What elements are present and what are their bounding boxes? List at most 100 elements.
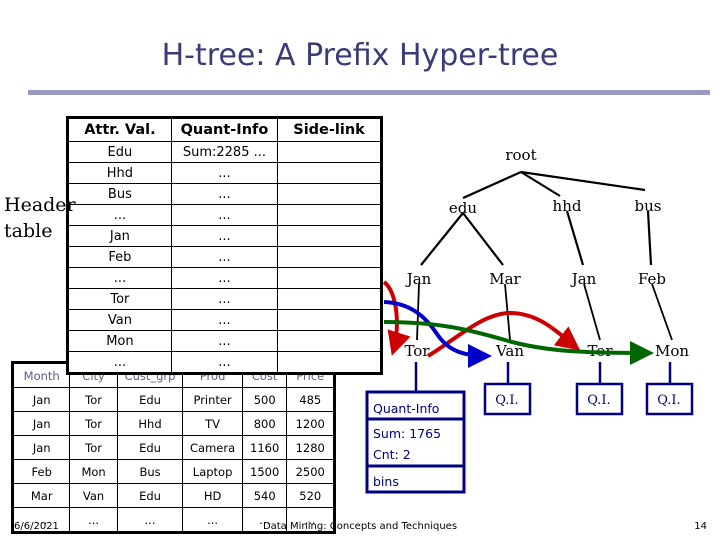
qi-box-2: Q.I. (575, 382, 624, 416)
tree-edges-level1 (462, 170, 646, 200)
header-table-row: ...... (67, 351, 382, 374)
qi-box-1: Q.I. (483, 382, 532, 416)
header-table-col-attr: Attr. Val. (67, 117, 172, 142)
data-table-row: Feb Mon Bus Laptop 1500 2500 (11, 459, 335, 484)
data-table-cell: Tor (69, 387, 118, 412)
sidelink-van-blue (383, 300, 492, 368)
header-table-cell-side (277, 267, 382, 289)
data-table-row: Jan Tor Edu Printer 500 485 (11, 387, 335, 412)
quant-info-cnt: Cnt: 2 (373, 447, 411, 462)
header-table-cell-quant: ... (170, 225, 279, 247)
tree-node-hhd: hhd (553, 197, 582, 215)
header-table-cell-quant: ... (170, 288, 279, 310)
header-table-cell-side (277, 204, 382, 226)
data-table-cell: Tor (69, 411, 118, 436)
tree-node-jan-edu: Jan (405, 270, 432, 288)
header-table-cell-quant: ... (170, 246, 279, 268)
edge-root-hhd (520, 171, 561, 197)
header-table-row: Tor... (67, 288, 382, 310)
header-table-cell-side (277, 351, 382, 374)
tree-node-bus: bus (635, 197, 662, 215)
edge-jan2-tor2 (583, 283, 601, 341)
header-table-row: Edu Sum:2285 ... (67, 141, 382, 163)
header-table-cell-attr: Mon (67, 330, 172, 352)
data-table-cell: 1160 (241, 435, 288, 460)
data-table-row: Mar Van Edu HD 540 520 (11, 483, 335, 508)
edge-root-edu (462, 170, 522, 200)
header-table-cell-attr: Tor (67, 288, 172, 310)
header-table-cell-attr: Hhd (67, 162, 172, 184)
header-table-row: ...... (67, 204, 382, 226)
data-table-cell: Bus (116, 459, 184, 484)
sidelink-green-seg1 (383, 320, 654, 365)
data-table-cell: Mar (11, 483, 71, 508)
qi-box-3: Q.I. (645, 382, 694, 416)
data-table-cell: Jan (11, 411, 71, 436)
qi-box-2-label: Q.I. (587, 393, 610, 408)
data-table-cell: Jan (11, 387, 71, 412)
header-table-cell-attr: Van (67, 309, 172, 331)
data-table-cell: Edu (116, 387, 184, 412)
header-table-cell-side (277, 246, 382, 268)
header-table-row: Jan... (67, 225, 382, 247)
header-table-cell-side (277, 183, 382, 205)
data-table-row: Jan Tor Edu Camera 1160 1280 (11, 435, 335, 460)
data-table-cell: HD (182, 483, 243, 508)
data-table-cell: Laptop (182, 459, 243, 484)
edge-jan-tor (416, 283, 420, 341)
sidelink-red-seg1 (382, 280, 411, 356)
header-table-row: Van... (67, 309, 382, 331)
tree-node-jan-hhd: Jan (570, 270, 597, 288)
quant-connectors (414, 362, 672, 392)
sidelink-blue-seg1 (383, 300, 492, 368)
header-table-cell-side (277, 141, 382, 163)
data-table-cell: 800 (241, 411, 288, 436)
data-table-cell: 1280 (286, 435, 335, 460)
edge-hhd-jan (565, 210, 585, 266)
header-table-cell-quant: ... (170, 162, 279, 184)
header-table-row: Bus... (67, 183, 382, 205)
header-table-cell-side (277, 288, 382, 310)
data-table-cell: Van (69, 483, 118, 508)
footer-page-number: 14 (694, 521, 707, 532)
data-table-row: Jan Tor Hhd TV 800 1200 (11, 411, 335, 436)
slide-canvas: H-tree: A Prefix Hyper-tree Header table… (0, 0, 720, 540)
header-table-cell-attr: Bus (67, 183, 172, 205)
data-table-cell: 2500 (286, 459, 335, 484)
header-table-cell-side (277, 330, 382, 352)
tree-node-tor-1: Tor (404, 342, 430, 360)
edge-mar-van (504, 283, 511, 341)
header-table-cell-attr: Jan (67, 225, 172, 247)
header-table-col-side: Side-link (277, 117, 382, 142)
quant-info-box: Quant-Info Sum: 1765 Cnt: 2 bins (365, 390, 466, 494)
header-table-cell-quant: ... (170, 351, 279, 374)
header-table-cell-quant: ... (170, 204, 279, 226)
data-table-cell: Mon (69, 459, 118, 484)
edge-edu-mar (462, 212, 504, 266)
tree-node-mon: Mon (655, 342, 689, 360)
qi-box-1-label: Q.I. (495, 393, 518, 408)
sidelink-tor-red (382, 280, 581, 358)
qi-box-3-label: Q.I. (657, 393, 680, 408)
data-table-cell: 540 (241, 483, 288, 508)
edge-bus-feb (646, 210, 653, 266)
data-table-cell: 485 (286, 387, 335, 412)
data-table-cell: Tor (69, 435, 118, 460)
quant-info-bins: bins (373, 474, 399, 489)
tree-edges-level2 (420, 210, 653, 266)
header-table-cell-side (277, 309, 382, 331)
tree-node-root: root (505, 146, 536, 164)
tree-node-feb-bus: Feb (638, 270, 666, 288)
data-table-cell: Edu (116, 435, 184, 460)
edge-root-bus (520, 170, 646, 192)
header-table-cell-attr: Feb (67, 246, 172, 268)
data-table-cell: Camera (182, 435, 243, 460)
tree-edges-level3 (416, 283, 673, 341)
quant-info-sum: Sum: 1765 (373, 426, 441, 441)
edge-edu-jan (420, 212, 464, 266)
header-table-col-quant: Quant-Info (170, 117, 279, 142)
header-table-cell-quant: ... (170, 183, 279, 205)
title-divider (28, 90, 710, 95)
source-data-table: Month City Cust_grp Prod Cost Price Jan Tor Edu… (11, 361, 336, 534)
sidelink-red-seg2 (426, 310, 581, 358)
